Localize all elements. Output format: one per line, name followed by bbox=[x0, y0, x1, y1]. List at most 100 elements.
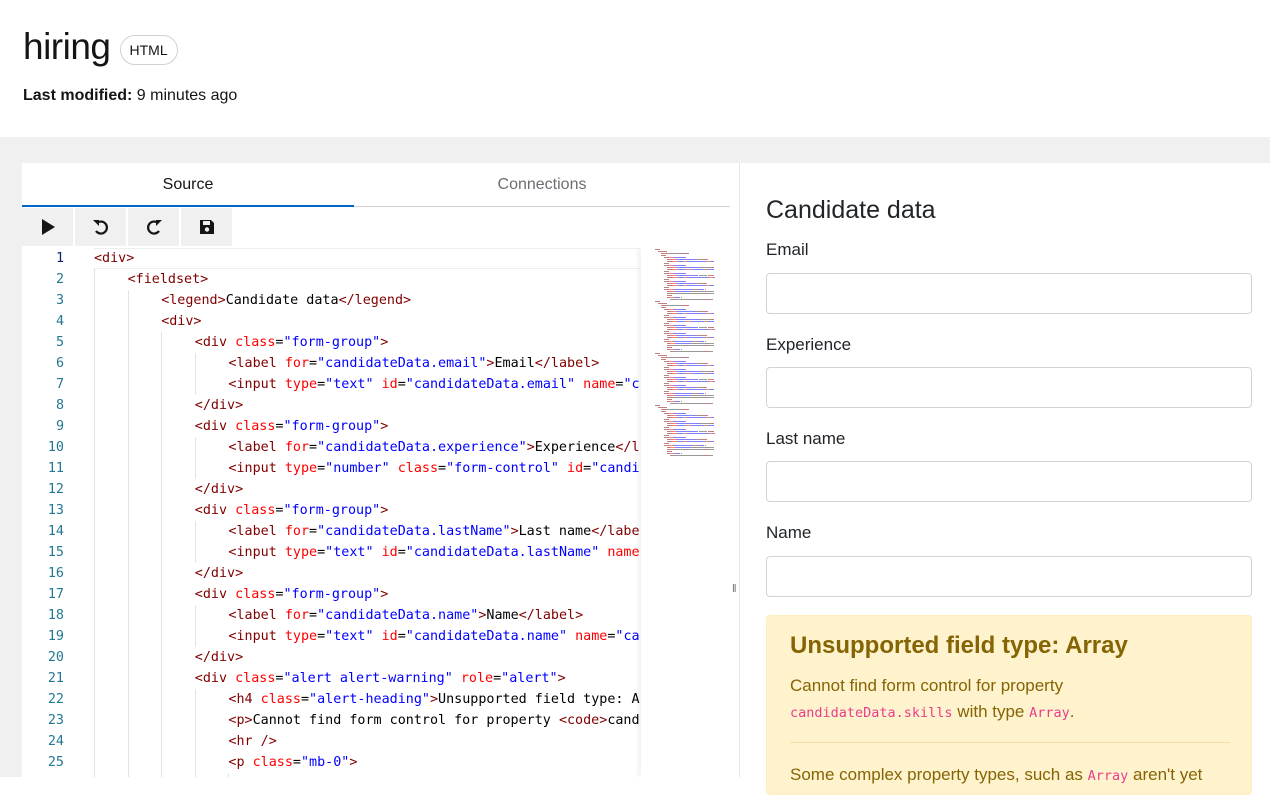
minimap-stroke bbox=[685, 281, 686, 282]
tab-source[interactable]: Source bbox=[22, 163, 354, 207]
minimap-stroke bbox=[681, 409, 689, 410]
minimap-stroke bbox=[664, 315, 669, 316]
minimap-stroke bbox=[674, 385, 685, 386]
minimap-stroke bbox=[667, 347, 672, 348]
minimap-stroke bbox=[674, 309, 685, 310]
code-line: <div class="form-group"> bbox=[195, 500, 389, 521]
minimap-stroke bbox=[677, 267, 700, 268]
indent-guide bbox=[128, 311, 129, 332]
run-button[interactable] bbox=[22, 208, 74, 246]
code-line: <div class="alert alert-warning" role="a… bbox=[195, 668, 566, 689]
code-editor[interactable]: 1234567891011121314151617181920212223242… bbox=[22, 248, 730, 777]
indent-guide bbox=[94, 605, 95, 626]
minimap-stroke bbox=[701, 363, 708, 364]
indent-guide bbox=[128, 521, 129, 542]
code-line: Some complex property types, such as <co… bbox=[262, 773, 640, 777]
minimap-stroke bbox=[674, 281, 685, 282]
minimap-stroke bbox=[664, 383, 669, 384]
minimap-stroke bbox=[664, 443, 669, 444]
minimap-stroke bbox=[685, 369, 686, 370]
tab-connections[interactable]: Connections bbox=[354, 163, 730, 207]
editor-toolbar bbox=[22, 207, 730, 248]
indent-guide bbox=[94, 668, 95, 689]
minimap-stroke bbox=[677, 319, 700, 320]
code-line: <p>Cannot find form control for property… bbox=[228, 710, 640, 731]
minimap-stroke bbox=[687, 433, 709, 434]
last-name-field[interactable] bbox=[766, 461, 1252, 502]
minimap-stroke bbox=[711, 365, 714, 366]
line-number: 5 bbox=[22, 332, 64, 353]
minimap-stroke bbox=[685, 377, 686, 378]
minimap-stroke bbox=[677, 311, 696, 312]
indent-guide bbox=[128, 605, 129, 626]
minimap-stroke bbox=[699, 327, 707, 328]
indent-guide bbox=[161, 500, 162, 521]
minimap[interactable] bbox=[641, 248, 715, 777]
minimap-stroke bbox=[687, 277, 709, 278]
indent-guide bbox=[94, 647, 95, 668]
editor-panel: Source Connections 123456789101112131415… bbox=[22, 163, 740, 777]
indent-guide bbox=[161, 332, 162, 353]
minimap-stroke bbox=[687, 417, 706, 418]
line-number: 4 bbox=[22, 311, 64, 332]
minimap-stroke bbox=[705, 289, 706, 290]
minimap-stroke bbox=[709, 455, 714, 456]
indent-guide bbox=[94, 437, 95, 458]
code-area[interactable]: <div><fieldset><legend>Candidate data</l… bbox=[94, 248, 640, 777]
indent-guide bbox=[195, 752, 196, 773]
line-number: 1 bbox=[22, 248, 64, 269]
minimap-stroke bbox=[674, 341, 693, 342]
vertical-scrollbar[interactable] bbox=[715, 248, 730, 777]
minimap-stroke bbox=[701, 371, 710, 372]
minimap-stroke bbox=[709, 293, 714, 294]
minimap-stroke bbox=[655, 301, 660, 302]
minimap-stroke bbox=[708, 327, 715, 328]
alert-note: Some complex property types, such as Arr… bbox=[790, 762, 1202, 789]
minimap-stroke bbox=[678, 321, 685, 322]
save-button[interactable] bbox=[181, 208, 233, 246]
indent-guide bbox=[161, 689, 162, 710]
minimap-stroke bbox=[687, 381, 709, 382]
minimap-stroke bbox=[655, 249, 660, 250]
minimap-stroke bbox=[670, 299, 703, 300]
minimap-stroke bbox=[677, 415, 696, 416]
minimap-stroke bbox=[661, 409, 668, 410]
minimap-stroke bbox=[687, 261, 706, 262]
line-number: 20 bbox=[22, 647, 64, 668]
indent-guide bbox=[94, 374, 95, 395]
minimap-stroke bbox=[690, 447, 714, 448]
indent-guide bbox=[195, 773, 196, 777]
minimap-stroke bbox=[685, 257, 686, 258]
minimap-stroke bbox=[699, 387, 706, 388]
last-modified: Last modified: 9 minutes ago bbox=[23, 87, 237, 105]
indent-guide bbox=[161, 626, 162, 647]
minimap-stroke bbox=[674, 325, 685, 326]
minimap-stroke bbox=[677, 439, 695, 440]
code-line: <div class="form-group"> bbox=[195, 416, 389, 437]
undo-button[interactable] bbox=[75, 208, 127, 246]
minimap-stroke bbox=[664, 435, 669, 436]
minimap-stroke bbox=[708, 275, 715, 276]
minimap-stroke bbox=[670, 293, 704, 294]
email-field[interactable] bbox=[766, 273, 1252, 314]
minimap-stroke bbox=[705, 445, 706, 446]
minimap-stroke bbox=[701, 423, 710, 424]
minimap-stroke bbox=[674, 361, 685, 362]
line-number: 24 bbox=[22, 731, 64, 752]
minimap-stroke bbox=[709, 449, 714, 450]
minimap-stroke bbox=[664, 263, 669, 264]
minimap-stroke bbox=[685, 325, 686, 326]
minimap-stroke bbox=[708, 373, 715, 374]
minimap-stroke bbox=[710, 389, 714, 390]
last-modified-value: 9 minutes ago bbox=[137, 87, 238, 104]
indent-guide bbox=[128, 458, 129, 479]
name-field[interactable] bbox=[766, 556, 1252, 597]
experience-field[interactable] bbox=[766, 367, 1252, 408]
minimap-stroke bbox=[711, 313, 714, 314]
indent-guide bbox=[128, 773, 129, 777]
indent-guide bbox=[161, 584, 162, 605]
minimap-stroke bbox=[691, 321, 704, 322]
minimap-stroke bbox=[685, 309, 686, 310]
redo-button[interactable] bbox=[128, 208, 180, 246]
splitter-grip-icon[interactable]: ‖ bbox=[732, 583, 737, 595]
